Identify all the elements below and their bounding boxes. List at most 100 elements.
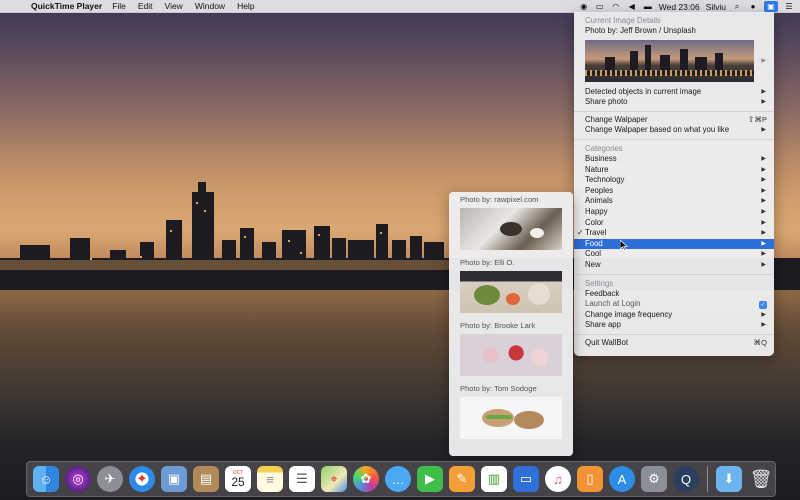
launchpad-icon[interactable]: ✈: [97, 466, 123, 492]
volume-icon[interactable]: ◀: [627, 2, 637, 12]
menu-file[interactable]: File: [112, 1, 126, 11]
record-icon[interactable]: ◉: [579, 2, 589, 12]
photos-icon[interactable]: ✿: [353, 466, 379, 492]
maps-icon[interactable]: ⌖: [321, 466, 347, 492]
category-travel[interactable]: ✓ Travel ▶: [574, 228, 774, 239]
chevron-right-icon: ▶: [761, 155, 766, 162]
dock-separator: [707, 466, 708, 492]
calendar-icon[interactable]: OCT 25: [225, 466, 251, 492]
current-image-thumbnail-row[interactable]: ▶: [574, 37, 774, 87]
facetime-icon[interactable]: ▶: [417, 466, 443, 492]
user-name[interactable]: Silviu: [706, 2, 726, 12]
search-icon[interactable]: ⌕: [732, 2, 742, 12]
chevron-right-icon: ▶: [761, 240, 766, 247]
pages-icon[interactable]: ✎: [449, 466, 475, 492]
category-food[interactable]: Food ▶: [574, 238, 774, 250]
wallbot-icon[interactable]: ▣: [764, 1, 778, 12]
chevron-right-icon: ▶: [761, 322, 766, 329]
share-photo-item[interactable]: Share photo ▶: [574, 97, 774, 108]
menu-edit[interactable]: Edit: [138, 1, 153, 11]
detected-objects-item[interactable]: Detected objects in current image ▶: [574, 87, 774, 98]
photo-credit: Photo by: Elli O.: [460, 258, 515, 267]
clock[interactable]: Wed 23:06: [659, 2, 700, 12]
category-technology[interactable]: Technology ▶: [574, 175, 774, 186]
launch-at-login-item[interactable]: Launch at Login ✓: [574, 299, 774, 310]
chevron-right-icon: ▶: [761, 57, 766, 64]
airplay-icon[interactable]: ▭: [595, 2, 605, 12]
change-wallpaper-item[interactable]: Change Walpaper ⇧⌘P: [574, 115, 774, 126]
category-business[interactable]: Business ▶: [574, 154, 774, 165]
siri-icon[interactable]: ◎: [65, 466, 91, 492]
numbers-icon[interactable]: ▥: [481, 466, 507, 492]
food-photo-3[interactable]: [460, 334, 562, 376]
food-photo-4[interactable]: [460, 397, 562, 439]
menu-separator: [574, 333, 774, 335]
chevron-right-icon: ▶: [761, 99, 766, 106]
menu-separator: [574, 273, 774, 275]
notification-center-icon[interactable]: ☰: [784, 2, 794, 12]
category-color[interactable]: Color ▶: [574, 218, 774, 229]
battery-icon[interactable]: ▬: [643, 2, 653, 12]
app-menu[interactable]: QuickTime Player: [31, 1, 102, 11]
change-wallpaper-based-item[interactable]: Change Walpaper based on what you like ▶: [574, 125, 774, 136]
chevron-right-icon: ▶: [761, 187, 766, 194]
chevron-right-icon: ▶: [761, 127, 766, 134]
photo-credit: Photo by: Jeff Brown / Unsplash: [585, 26, 696, 35]
chevron-right-icon: ▶: [761, 219, 766, 226]
mouse-cursor-icon: [620, 240, 628, 251]
dock: ☺ ◎ ✈ ✦ ▣ ▤ OCT 25 ≡ ☰ ⌖ ✿ … ▶ ✎ ▥ ▭ ♫ ▯…: [26, 461, 776, 497]
chevron-right-icon: ▶: [761, 311, 766, 318]
system-preferences-icon[interactable]: ⚙: [641, 466, 667, 492]
photo-credit: Photo by: Brooke Lark: [460, 321, 536, 330]
change-frequency-item[interactable]: Change image frequency ▶: [574, 310, 774, 321]
food-photo-1[interactable]: [460, 208, 562, 250]
menu-view[interactable]: View: [165, 1, 183, 11]
chevron-right-icon: ▶: [761, 177, 766, 184]
siri-icon[interactable]: ●: [748, 2, 758, 12]
safari-icon[interactable]: ✦: [129, 466, 155, 492]
downloads-folder-icon[interactable]: ⬇: [716, 466, 742, 492]
chevron-right-icon: ▶: [761, 251, 766, 258]
settings-header: Settings: [585, 278, 614, 288]
category-cool[interactable]: Cool ▶: [574, 249, 774, 260]
reminders-icon[interactable]: ☰: [289, 466, 315, 492]
categories-header: Categories: [585, 143, 623, 153]
menu-help[interactable]: Help: [237, 1, 254, 11]
shortcut-label: ⇧⌘P: [747, 114, 767, 124]
chevron-right-icon: ▶: [761, 198, 766, 205]
chevron-right-icon: ▶: [761, 166, 766, 173]
launch-at-login-checkbox[interactable]: ✓: [759, 301, 767, 310]
chevron-right-icon: ▶: [761, 88, 766, 95]
current-image-thumbnail[interactable]: [585, 39, 754, 82]
share-app-item[interactable]: Share app ▶: [574, 320, 774, 331]
current-image-header: Current Image Details: [585, 16, 661, 25]
quicktime-icon[interactable]: Q: [673, 466, 699, 492]
quit-item[interactable]: Quit WallBot ⌘Q: [574, 338, 774, 349]
keynote-icon[interactable]: ▭: [513, 466, 539, 492]
category-nature[interactable]: Nature ▶: [574, 165, 774, 176]
category-happy[interactable]: Happy ▶: [574, 207, 774, 218]
ibooks-icon[interactable]: ▯: [577, 466, 603, 492]
messages-icon[interactable]: …: [385, 466, 411, 492]
trash-icon[interactable]: 🗑: [748, 466, 774, 492]
itunes-icon[interactable]: ♫: [545, 466, 571, 492]
contacts-icon[interactable]: ▤: [193, 466, 219, 492]
calendar-day: 25: [231, 474, 245, 489]
preview-icon[interactable]: ▣: [161, 466, 187, 492]
checkmark-icon: ✓: [577, 228, 584, 238]
wifi-icon[interactable]: ◠: [611, 2, 621, 12]
food-submenu: Photo by: rawpixel.com Photo by: Elli O.…: [449, 192, 573, 456]
finder-icon[interactable]: ☺: [33, 466, 59, 492]
menu-separator: [574, 138, 774, 140]
category-animals[interactable]: Animals ▶: [574, 196, 774, 207]
app-store-icon[interactable]: A: [609, 466, 635, 492]
category-peoples[interactable]: Peoples ▶: [574, 186, 774, 197]
menu-window[interactable]: Window: [195, 1, 225, 11]
chevron-right-icon: ▶: [761, 230, 766, 237]
photo-credit: Photo by: rawpixel.com: [460, 195, 539, 204]
food-photo-2[interactable]: [460, 271, 562, 313]
notes-icon[interactable]: ≡: [257, 466, 283, 492]
category-new[interactable]: New ▶: [574, 260, 774, 271]
shortcut-label: ⌘Q: [753, 337, 767, 347]
feedback-item[interactable]: Feedback: [574, 289, 774, 300]
